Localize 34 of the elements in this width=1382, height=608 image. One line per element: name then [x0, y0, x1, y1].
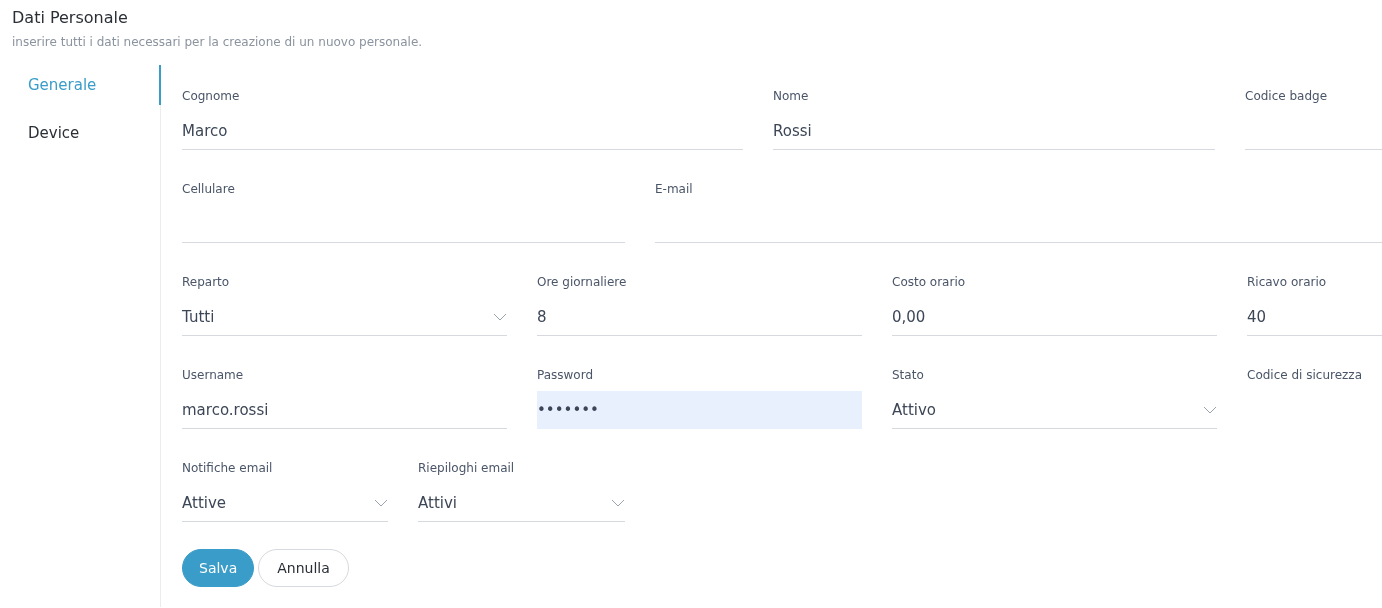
select-field[interactable]: Attive: [182, 484, 388, 522]
input-field[interactable]: Marco: [182, 112, 743, 150]
field-label: Password: [537, 368, 595, 382]
input-field[interactable]: marco.rossi: [182, 391, 507, 429]
input-field[interactable]: Rossi: [773, 112, 1215, 150]
input-field[interactable]: 40: [1247, 298, 1382, 336]
field-label: Costo orario: [892, 275, 967, 289]
input-field[interactable]: •••••••: [537, 391, 862, 429]
input-field[interactable]: 8: [537, 298, 862, 336]
field-label: Nome: [773, 89, 810, 103]
field-label: Ore giornaliere: [537, 275, 628, 289]
chevron-down-icon: [1203, 405, 1217, 414]
chevron-down-icon: [611, 498, 625, 507]
field-label: Codice badge: [1245, 89, 1329, 103]
field-label: E-mail: [655, 182, 694, 196]
field-label: Reparto: [182, 275, 231, 289]
field-label: Ricavo orario: [1247, 275, 1328, 289]
field-label: Cellulare: [182, 182, 236, 196]
field-label: Codice di sicurezza: [1247, 368, 1364, 382]
input-field[interactable]: 0,00: [892, 298, 1217, 336]
select-field[interactable]: Attivi: [418, 484, 625, 522]
sidebar-tab[interactable]: Device: [0, 113, 161, 153]
select-field[interactable]: Attivo: [892, 391, 1217, 429]
cancel-button[interactable]: Annulla: [258, 549, 349, 587]
chevron-down-icon: [374, 498, 388, 507]
field-label: Notifiche email: [182, 461, 274, 475]
field-label: Riepiloghi email: [418, 461, 516, 475]
page-subtitle: inserire tutti i dati necessari per la creazione di un nuovo personale.: [12, 34, 424, 51]
page-title: Dati Personale: [12, 7, 129, 29]
chevron-down-icon: [493, 312, 507, 321]
field-label: Username: [182, 368, 245, 382]
field-label: Cognome: [182, 89, 241, 103]
field-label: Stato: [892, 368, 925, 382]
select-field[interactable]: Tutti: [182, 298, 507, 336]
